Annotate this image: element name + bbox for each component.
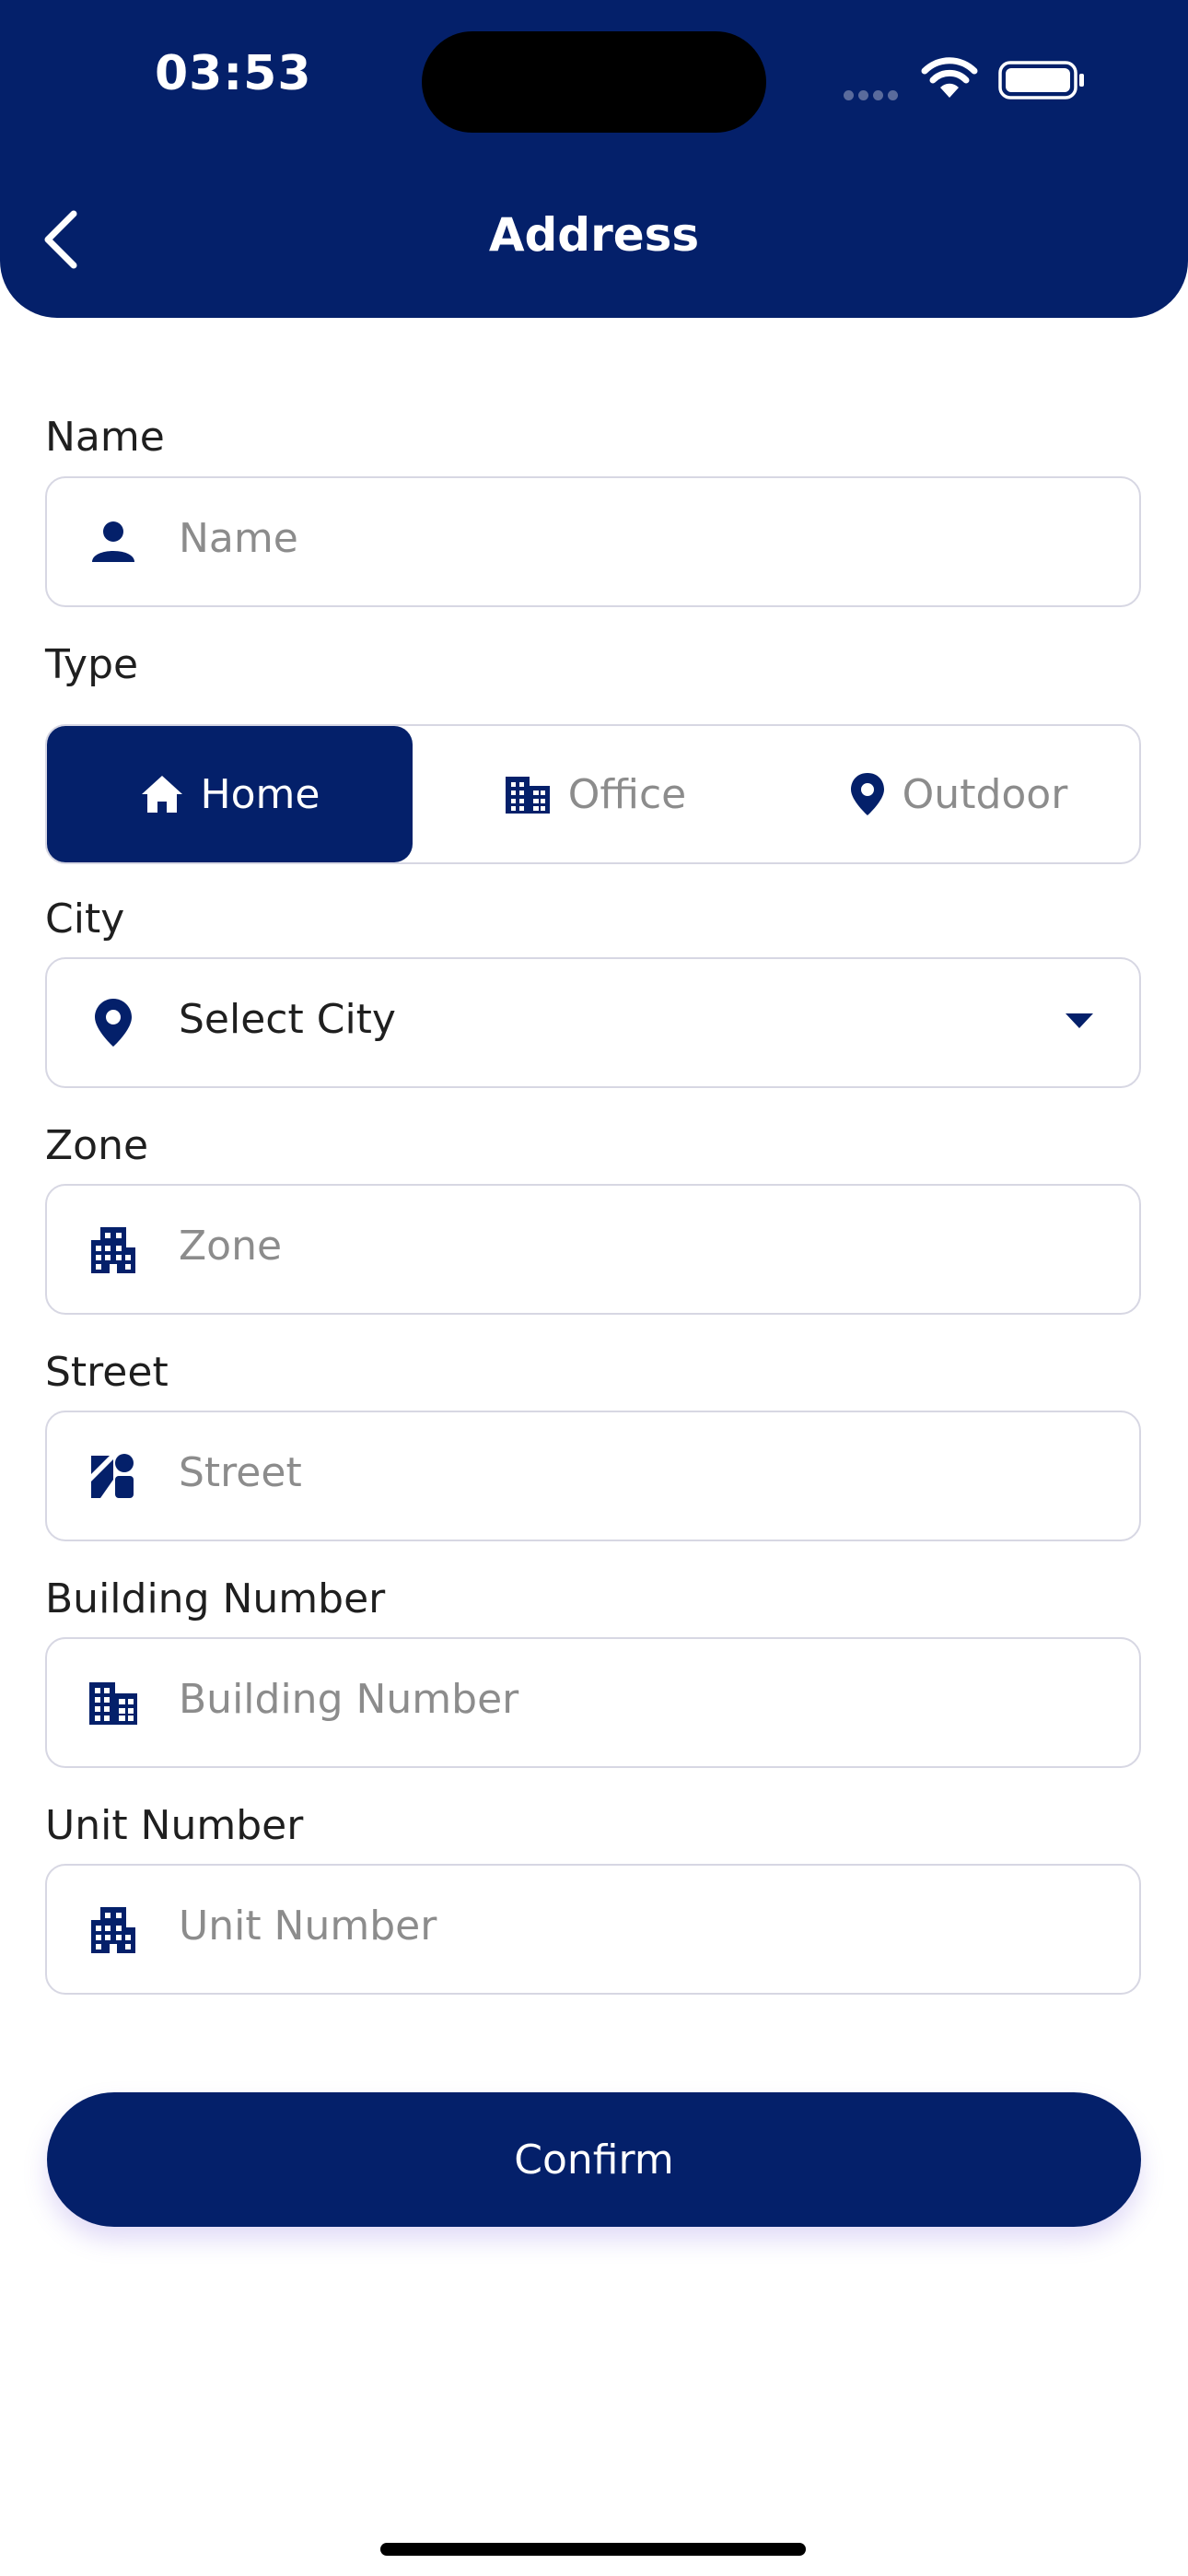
apartment-icon: [91, 1907, 135, 1953]
office-building-icon: [89, 1682, 137, 1725]
wifi-icon: [921, 57, 978, 98]
status-time: 03:53: [155, 46, 312, 101]
dynamic-island: [422, 31, 766, 133]
city-label: City: [45, 896, 125, 943]
street-input[interactable]: Street: [45, 1411, 1141, 1541]
home-icon: [141, 776, 182, 813]
city-select[interactable]: Select City: [45, 957, 1141, 1088]
type-option-label: Home: [200, 770, 320, 818]
unit-number-label: Unit Number: [45, 1802, 304, 1849]
zone-input[interactable]: Zone: [45, 1184, 1141, 1315]
type-label: Type: [45, 641, 139, 688]
name-input[interactable]: Name: [45, 476, 1141, 607]
city-selected-value: Select City: [179, 996, 396, 1043]
building-number-placeholder: Building Number: [179, 1676, 519, 1723]
type-option-label: Office: [567, 770, 687, 818]
office-building-icon: [505, 777, 550, 814]
unit-number-placeholder: Unit Number: [179, 1903, 437, 1950]
battery-icon: [998, 61, 1084, 100]
person-icon: [92, 521, 134, 562]
app-header: 03:53 Address: [0, 0, 1188, 318]
home-indicator: [380, 2543, 806, 2556]
unit-number-input[interactable]: Unit Number: [45, 1864, 1141, 1995]
zone-label: Zone: [45, 1122, 149, 1169]
street-label: Street: [45, 1349, 169, 1396]
page-title: Address: [488, 208, 700, 262]
location-pin-icon: [95, 999, 132, 1047]
caret-down-icon: [1066, 1013, 1093, 1028]
type-option-outdoor[interactable]: Outdoor: [777, 726, 1139, 862]
type-option-label: Outdoor: [902, 770, 1068, 818]
confirm-button-label: Confirm: [514, 2136, 674, 2184]
confirm-button[interactable]: Confirm: [47, 2092, 1141, 2227]
name-placeholder: Name: [179, 515, 298, 562]
apartment-icon: [91, 1227, 135, 1273]
street-placeholder: Street: [179, 1449, 302, 1496]
name-label: Name: [45, 414, 165, 461]
street-map-person-icon: [91, 1454, 134, 1498]
type-option-home[interactable]: Home: [47, 726, 413, 862]
building-number-input[interactable]: Building Number: [45, 1637, 1141, 1768]
cellular-signal-icon: [844, 87, 903, 104]
building-number-label: Building Number: [45, 1575, 386, 1622]
type-option-office[interactable]: Office: [413, 726, 777, 862]
address-type-selector: Home Office Outdoor: [45, 724, 1141, 864]
zone-placeholder: Zone: [179, 1223, 283, 1270]
location-pin-icon: [850, 773, 884, 815]
